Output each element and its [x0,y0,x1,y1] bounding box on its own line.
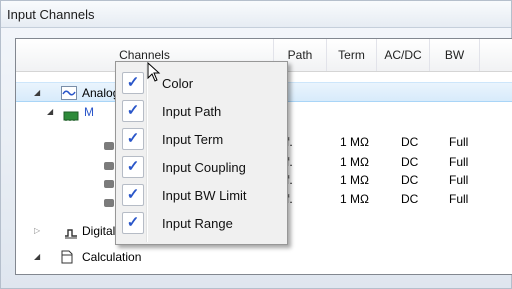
column-context-menu: ✓ Color ✓ Input Path ✓ Input Term ✓ Inpu… [115,61,288,245]
tree-row-calculation[interactable]: ◢ Calculation [16,247,512,267]
calculation-doc-icon [60,250,74,270]
cell-bw: Full [449,155,469,169]
column-header-term[interactable]: Term [327,39,377,71]
input-channels-window: Input Channels Channels Path Term AC/DC … [0,0,512,289]
column-header-bw[interactable]: BW [430,39,480,71]
cell-bw: Full [449,173,469,187]
checkmark-icon: ✓ [122,184,144,206]
menu-item-input-path[interactable]: ✓ Input Path [118,99,285,124]
title-bar: Input Channels [1,1,511,28]
column-header-empty [480,39,512,71]
mouse-cursor-icon [147,61,161,85]
cell-term: 1 MΩ [340,192,369,206]
tree-label-digital: Digital [82,224,116,238]
menu-item-input-bw-limit[interactable]: ✓ Input BW Limit [118,183,285,208]
cell-coupling: DC [401,155,419,169]
checkmark-icon: ✓ [122,100,144,122]
menu-item-label: Color [162,76,194,91]
column-header-acdc[interactable]: AC/DC [377,39,430,71]
menu-item-label: Input Range [162,216,233,231]
checkmark-icon: ✓ [122,156,144,178]
cell-term: 1 MΩ [340,135,369,149]
cell-bw: Full [449,192,469,206]
expand-arrow-icon[interactable]: ◢ [34,247,40,267]
digital-signal-icon [64,225,78,245]
menu-item-label: Input Coupling [162,160,246,175]
menu-item-input-range[interactable]: ✓ Input Range [118,211,285,236]
menu-item-label: Input BW Limit [162,188,247,203]
menu-item-color[interactable]: ✓ Color [118,71,285,96]
cell-coupling: DC [401,173,419,187]
menu-item-input-term[interactable]: ✓ Input Term [118,127,285,152]
cell-bw: Full [449,135,469,149]
tree-label-module: M [84,105,94,119]
expand-arrow-icon[interactable]: ◢ [47,102,53,122]
menu-item-input-coupling[interactable]: ✓ Input Coupling [118,155,285,180]
cell-term: 1 MΩ [340,173,369,187]
menu-item-label: Input Path [162,104,222,119]
tree-label-analog: Analog [82,86,120,100]
window-title: Input Channels [7,7,95,22]
tree-label-calculation: Calculation [82,250,142,264]
channel-plug-icon [104,194,114,214]
expand-arrow-icon[interactable]: ◢ [34,83,40,103]
module-board-icon [63,107,79,127]
checkmark-icon: ✓ [122,72,144,94]
menu-item-label: Input Term [162,132,224,147]
checkmark-icon: ✓ [122,128,144,150]
cell-term: 1 MΩ [340,155,369,169]
cell-coupling: DC [401,192,419,206]
cell-coupling: DC [401,135,419,149]
collapse-arrow-icon[interactable]: ▷ [34,221,40,241]
checkmark-icon: ✓ [122,212,144,234]
